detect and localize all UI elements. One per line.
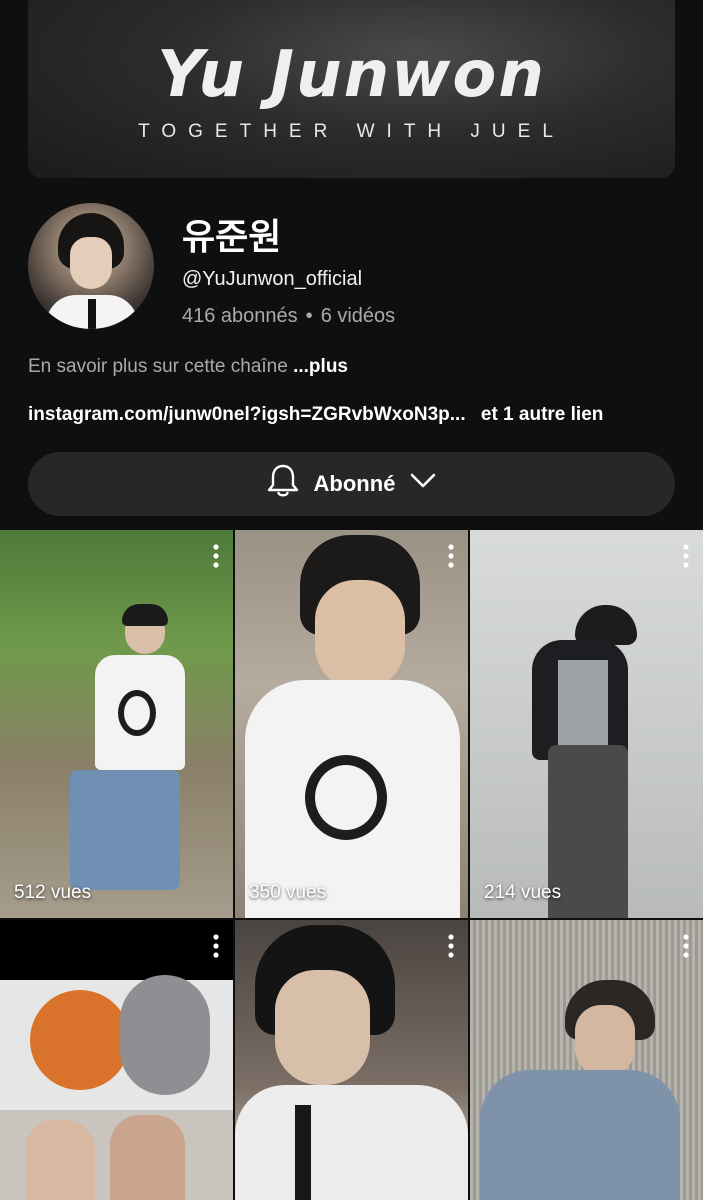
more-links[interactable]: et 1 autre lien xyxy=(481,404,604,425)
about-more-link[interactable]: ...plus xyxy=(293,356,348,377)
channel-about[interactable]: En savoir plus sur cette chaîne ...plus xyxy=(28,356,348,378)
video-thumbnail[interactable] xyxy=(235,920,468,1200)
video-thumbnail[interactable] xyxy=(470,920,703,1200)
more-options-icon[interactable] xyxy=(683,934,689,963)
channel-links[interactable]: instagram.com/junw0nel?igsh=ZGRvbWxoN3p.… xyxy=(28,404,603,426)
channel-stats: 416 abonnés • 6 vidéos xyxy=(182,305,395,328)
more-options-icon[interactable] xyxy=(683,544,689,573)
subscriber-count: 416 abonnés xyxy=(182,305,298,327)
about-text: En savoir plus sur cette chaîne xyxy=(28,356,288,377)
avatar[interactable] xyxy=(28,203,154,329)
video-count: 6 vidéos xyxy=(320,305,396,327)
subscribed-button[interactable]: Abonné xyxy=(28,452,675,516)
more-options-icon[interactable] xyxy=(213,544,219,573)
video-thumbnail[interactable] xyxy=(0,920,233,1200)
view-count: 512 vues xyxy=(14,882,92,903)
more-options-icon[interactable] xyxy=(213,934,219,963)
shorts-grid: 512 vues 350 vues 214 vues xyxy=(0,530,703,1200)
channel-handle: @YuJunwon_official xyxy=(182,268,363,290)
banner-subtitle: TOGETHER WITH JUEL xyxy=(138,121,565,142)
more-options-icon[interactable] xyxy=(448,934,454,963)
more-options-icon[interactable] xyxy=(448,544,454,573)
view-count: 214 vues xyxy=(484,882,562,903)
instagram-link[interactable]: instagram.com/junw0nel?igsh=ZGRvbWxoN3p.… xyxy=(28,404,466,425)
video-thumbnail[interactable]: 512 vues xyxy=(0,530,233,918)
channel-name: 유준원 xyxy=(182,216,282,257)
stats-separator: • xyxy=(305,305,313,327)
bell-icon xyxy=(266,463,300,505)
video-thumbnail[interactable]: 350 vues xyxy=(235,530,468,918)
chevron-down-icon xyxy=(409,471,437,497)
video-thumbnail[interactable]: 214 vues xyxy=(470,530,703,918)
channel-banner: Yu Junwon TOGETHER WITH JUEL xyxy=(28,0,675,178)
view-count: 350 vues xyxy=(249,882,327,903)
banner-title: Yu Junwon xyxy=(157,38,546,112)
subscribed-label: Abonné xyxy=(313,471,396,496)
